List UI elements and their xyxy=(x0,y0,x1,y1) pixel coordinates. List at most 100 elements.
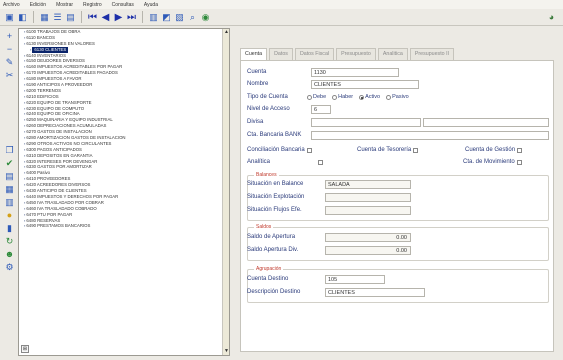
saldo-apertura-div-row: Saldo Apertura Div. xyxy=(247,245,298,255)
cta-bancaria-row: Cta. Bancaria BANK xyxy=(247,130,301,140)
conciliacion-row: Conciliación Bancaria xyxy=(247,145,312,155)
edit-icon[interactable]: ✎ xyxy=(4,56,16,68)
money-icon[interactable]: ● xyxy=(4,209,16,221)
folder-icon: ▪ xyxy=(24,40,26,46)
menu-mostrar[interactable]: Mostrar xyxy=(56,2,73,8)
tesoreria-label: Cuenta de Tesorería xyxy=(357,147,412,153)
add-icon[interactable]: + xyxy=(4,30,16,42)
radio-haber[interactable]: Haber xyxy=(332,94,353,100)
first-record-icon[interactable]: ⏮ xyxy=(87,12,98,23)
tree-scrollbar[interactable]: ▲ ▼ xyxy=(222,29,229,355)
account-detail-panel: Cuenta Datos Datos Fiscal Presupuesto An… xyxy=(236,28,558,356)
filter-icon[interactable]: ◩ xyxy=(161,12,172,23)
chart-icon[interactable]: ▮ xyxy=(4,222,16,234)
table-icon[interactable]: ▤ xyxy=(65,12,76,23)
cut-icon[interactable]: ✂ xyxy=(4,69,16,81)
analitica-checkbox[interactable]: Analítica xyxy=(247,159,324,165)
analitica-label: Analítica xyxy=(247,159,271,165)
scroll-up-icon[interactable]: ▲ xyxy=(223,29,229,36)
nombre-field[interactable]: CLIENTES xyxy=(311,80,419,89)
menu-consultas[interactable]: Consultas xyxy=(112,2,134,8)
radio-debe-label: Debe xyxy=(313,94,327,100)
account-tree[interactable]: ▪ 6100 TRABAJOS DE OBRA ▪ 6110 BANCOS ▪ 6130 … xyxy=(18,28,230,356)
radio-pasivo[interactable]: Pasivo xyxy=(386,94,409,100)
tipo-options: Debe Haber Activo Pasivo xyxy=(307,92,415,102)
gestion-label: Cuenta de Gestión xyxy=(465,147,516,153)
toolbar: ▣ ◧ ▦ ☰ ▤ ⏮ ◀ ▶ ⏭ ▥ ◩ ▧ ⌕ ◉ ◕ xyxy=(0,9,563,26)
cuenta-label: Cuenta xyxy=(247,69,267,75)
saldo-apertura-div-field[interactable]: 0.00 xyxy=(325,246,411,255)
preview-icon[interactable]: ▧ xyxy=(174,12,185,23)
radio-activo[interactable]: Activo xyxy=(359,94,380,100)
descripcion-destino-row: Descripción Destino xyxy=(247,287,300,297)
check-icon[interactable]: ✔ xyxy=(4,157,16,169)
tesoreria-checkbox[interactable]: Cuenta de Tesorería xyxy=(357,147,419,153)
radio-debe-dot xyxy=(307,94,312,100)
tab-page-cuenta: Cuenta 1130 Nombre CLIENTES Tipo de Cuen… xyxy=(240,60,554,352)
tab-analitica[interactable]: Analitica xyxy=(377,48,408,60)
refresh-icon[interactable]: ◉ xyxy=(200,12,211,23)
last-record-icon[interactable]: ⏭ xyxy=(126,12,137,23)
divisa-field[interactable] xyxy=(311,118,421,127)
situacion-balance-field[interactable]: SALADA xyxy=(325,180,411,189)
movimiento-checkbox[interactable]: Cta. de Movimiento xyxy=(463,159,522,165)
left-icon-bar: + − ✎ ✂ ❐ ✔ ▤ ▦ ▥ ● ▮ ↻ ☻ ⚙ xyxy=(2,30,17,352)
help-icon[interactable]: ◕ xyxy=(546,12,557,23)
menu-archivo[interactable]: Archivo xyxy=(3,2,20,8)
saldo-apertura-field[interactable]: 0.00 xyxy=(325,233,411,242)
situacion-balance-row: Situación en Balance xyxy=(247,179,303,189)
gestion-box xyxy=(517,147,523,153)
next-record-icon[interactable]: ▶ xyxy=(113,12,124,23)
situacion-explotacion-field[interactable] xyxy=(325,193,411,202)
copy-icon[interactable]: ❐ xyxy=(4,144,16,156)
notes-icon[interactable]: ▤ xyxy=(4,170,16,182)
descripcion-destino-field[interactable]: CLIENTES xyxy=(325,288,425,297)
grid-icon[interactable]: ▦ xyxy=(39,12,50,23)
refresh-icon[interactable]: ↻ xyxy=(4,235,16,247)
tab-datos[interactable]: Datos xyxy=(269,48,293,60)
settings-icon[interactable]: ⚙ xyxy=(4,261,16,273)
menu-ayuda[interactable]: Ayuda xyxy=(144,2,158,8)
tab-presupuesto-ii[interactable]: Presupuesto II xyxy=(409,48,455,60)
radio-activo-label: Activo xyxy=(365,94,381,100)
conciliacion-label: Conciliación Bancaria xyxy=(247,147,305,153)
save-icon[interactable]: ◧ xyxy=(17,12,28,23)
conciliacion-checkbox[interactable]: Conciliación Bancaria xyxy=(247,147,312,153)
nivel-label: Nivel de Acceso xyxy=(247,106,290,112)
gestion-checkbox[interactable]: Cuenta de Gestión xyxy=(465,147,523,153)
gestion-row: Cuenta de Gestión xyxy=(465,145,523,155)
user-icon[interactable]: ☻ xyxy=(4,248,16,260)
divisa-label: Divisa xyxy=(247,119,264,125)
descripcion-destino-label: Descripción Destino xyxy=(247,289,301,295)
tab-datos-fiscal[interactable]: Datos Fiscal xyxy=(294,48,335,60)
tab-cuenta[interactable]: Cuenta xyxy=(240,48,268,60)
list-icon[interactable]: ☰ xyxy=(52,12,63,23)
nivel-field[interactable]: 6 xyxy=(311,105,331,114)
cuenta-field[interactable]: 1130 xyxy=(311,68,399,77)
radio-debe[interactable]: Debe xyxy=(307,94,326,100)
tree-item[interactable]: ▪ 6490 PRESTAMOS BANCARIOS xyxy=(21,223,221,229)
calendar-icon[interactable]: ▦ xyxy=(4,183,16,195)
search-icon[interactable]: ⌕ xyxy=(187,12,198,23)
saldo-apertura-div-label: Saldo Apertura Div. xyxy=(247,247,299,253)
situacion-flujos-label: Situación Flujos Efe. xyxy=(247,207,302,213)
menu-edicion[interactable]: Edición xyxy=(30,2,46,8)
divisa-description-field[interactable] xyxy=(423,118,549,127)
cuenta-destino-field[interactable]: 105 xyxy=(325,275,385,284)
tree-expand-icon[interactable]: ⊞ xyxy=(21,345,29,353)
agrupacion-group: Agrupación xyxy=(247,266,549,303)
scroll-down-icon[interactable]: ▼ xyxy=(223,348,229,355)
menu-registro[interactable]: Registro xyxy=(83,2,102,8)
open-icon[interactable]: ▣ xyxy=(4,12,15,23)
situacion-explotacion-row: Situación Explotación xyxy=(247,192,304,202)
report-icon[interactable]: ▥ xyxy=(4,196,16,208)
tab-presupuesto[interactable]: Presupuesto xyxy=(336,48,376,60)
situacion-flujos-field[interactable] xyxy=(325,206,411,215)
cta-bancaria-label: Cta. Bancaria BANK xyxy=(247,132,302,138)
delete-icon[interactable]: − xyxy=(4,43,16,55)
cuenta-destino-row: Cuenta Destino xyxy=(247,274,288,284)
prev-record-icon[interactable]: ◀ xyxy=(100,12,111,23)
print-icon[interactable]: ▥ xyxy=(148,12,159,23)
tree-list: ▪ 6100 TRABAJOS DE OBRA ▪ 6110 BANCOS ▪ 6130 … xyxy=(21,29,221,229)
cta-bancaria-field[interactable] xyxy=(311,131,549,140)
